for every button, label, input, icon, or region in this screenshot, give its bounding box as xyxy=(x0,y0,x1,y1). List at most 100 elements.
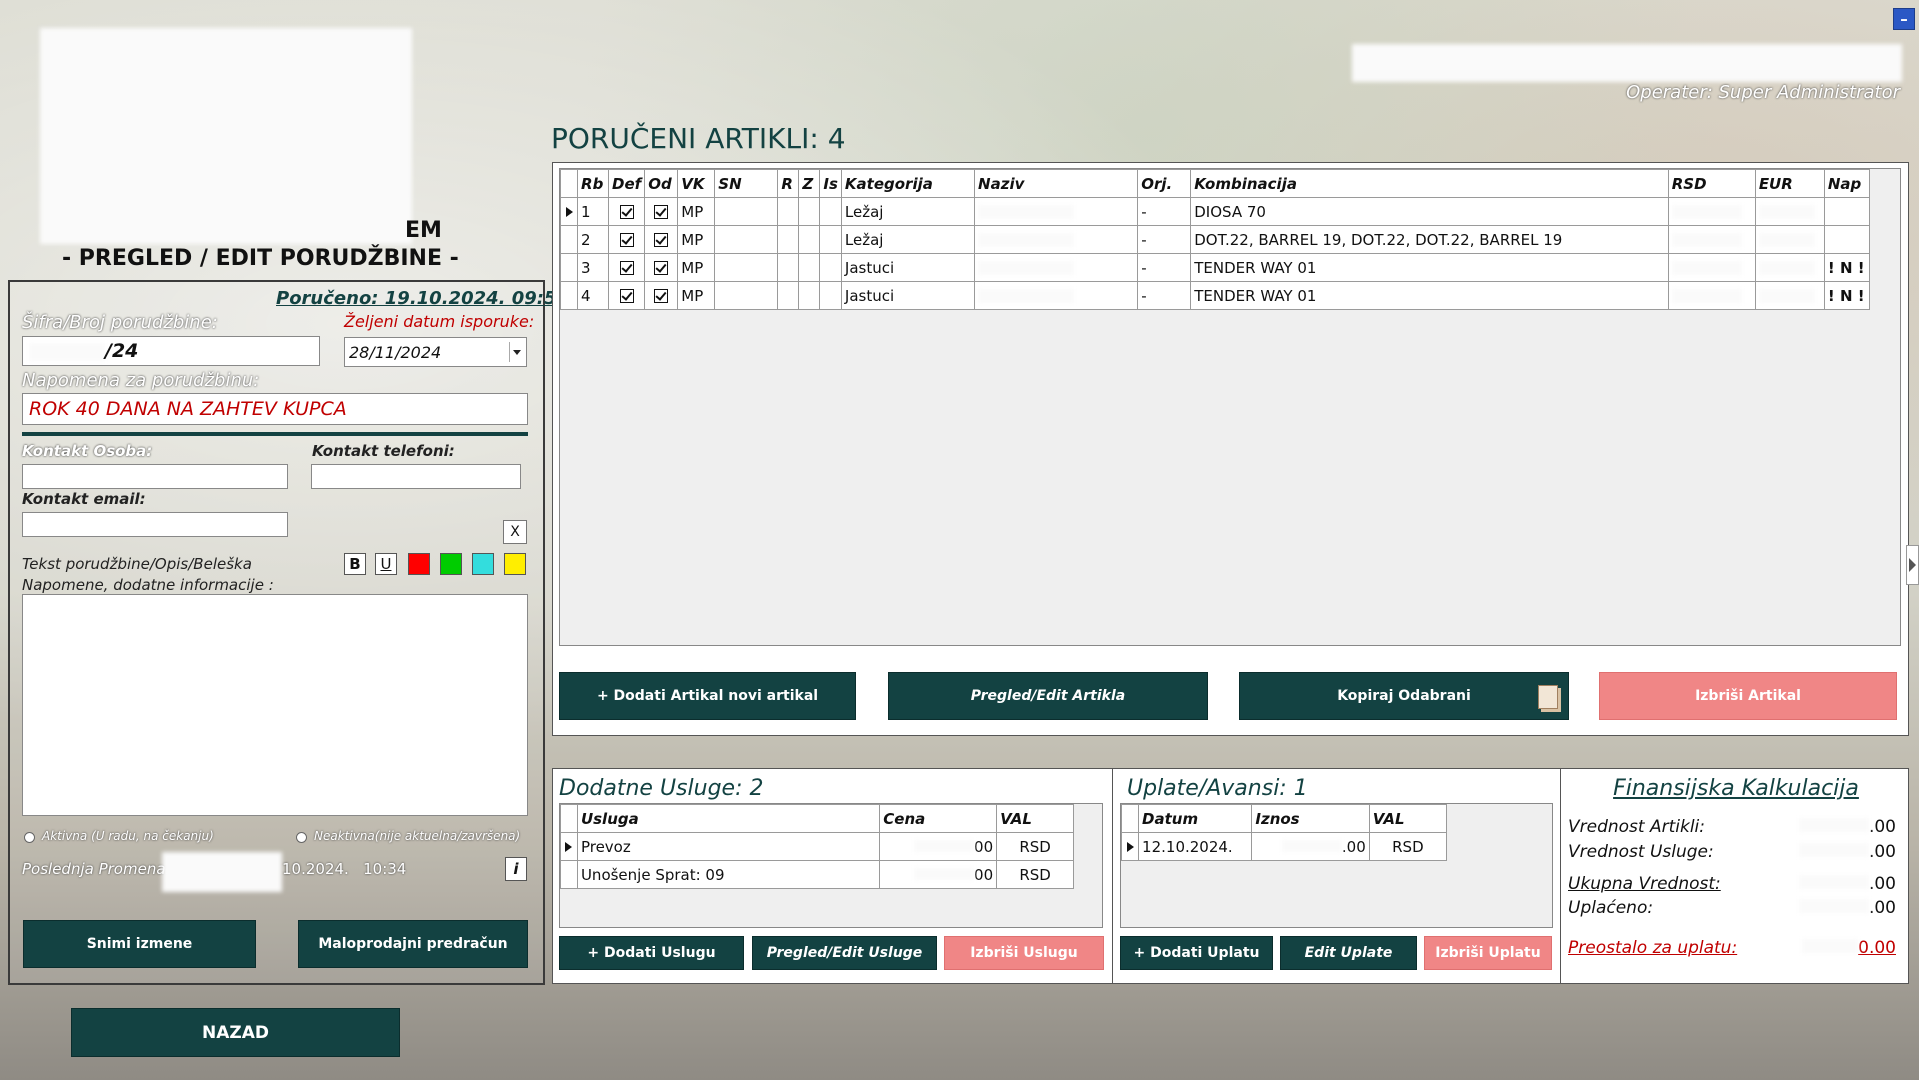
chevron-down-icon[interactable] xyxy=(509,342,524,362)
ordered-at-label: Poručeno: 19.10.2024. 09:55 xyxy=(276,288,570,309)
col-eur[interactable]: EUR xyxy=(1754,169,1825,198)
col-iznos[interactable]: Iznos xyxy=(1251,804,1370,833)
order-text-area[interactable] xyxy=(22,594,528,816)
cell-def[interactable] xyxy=(608,253,646,282)
table-row[interactable]: 2 MP Ležaj - DOT.22, BARREL 19, DOT.22, … xyxy=(559,225,1871,254)
col-datum[interactable]: Datum xyxy=(1138,804,1253,833)
rsd-redacted xyxy=(1671,204,1742,219)
order-note-input[interactable]: ROK 40 DANA NA ZAHTEV KUPCA xyxy=(22,393,528,425)
underline-button[interactable]: U xyxy=(375,553,397,575)
col-usluga[interactable]: Usluga xyxy=(576,804,881,833)
row-selector[interactable] xyxy=(1120,832,1140,861)
chevron-right-icon[interactable] xyxy=(1906,545,1919,585)
col-nap[interactable]: Nap xyxy=(1823,169,1871,198)
add-payment-button[interactable]: + Dodati Uplatu xyxy=(1120,936,1273,970)
cell-orj: - xyxy=(1137,197,1192,226)
cell-od[interactable] xyxy=(644,225,679,254)
edit-article-button[interactable]: Pregled/Edit Artikla xyxy=(888,672,1208,720)
delete-payment-button[interactable]: Izbriši Uplatu xyxy=(1424,936,1552,970)
clear-button[interactable]: X xyxy=(503,520,527,544)
table-row[interactable]: 1 MP Ležaj - DIOSA 70 xyxy=(559,197,1871,226)
info-button[interactable]: i xyxy=(505,857,527,881)
last-change-redacted xyxy=(162,852,282,892)
cell-z xyxy=(798,281,821,310)
add-article-button[interactable]: + Dodati Artikal novi artikal xyxy=(559,672,856,720)
copy-article-button[interactable]: Kopiraj Odabrani xyxy=(1239,672,1569,720)
table-row[interactable]: 12.10.2024. .00 RSD xyxy=(1120,832,1448,861)
cell-od[interactable] xyxy=(644,281,679,310)
col-r[interactable]: R xyxy=(777,169,800,198)
color-swatch-green[interactable] xyxy=(440,553,462,575)
color-swatch-red[interactable] xyxy=(408,553,430,575)
col-val[interactable]: VAL xyxy=(1368,804,1448,833)
naziv-redacted xyxy=(978,260,1075,275)
cell-od[interactable] xyxy=(644,253,679,282)
table-row[interactable]: 3 MP Jastuci - TENDER WAY 01 ! N ! xyxy=(559,253,1871,282)
checkbox-checked-icon xyxy=(654,261,669,275)
delivery-date-label: Željeni datum isporuke: xyxy=(344,312,535,331)
contact-email-input[interactable] xyxy=(22,512,288,537)
col-sn[interactable]: SN xyxy=(714,169,779,198)
status-active-radio[interactable] xyxy=(24,832,35,843)
col-cena[interactable]: Cena xyxy=(879,804,998,833)
finance-title: Finansijska Kalkulacija xyxy=(1613,776,1859,801)
row-selector[interactable] xyxy=(559,225,579,254)
cell-od[interactable] xyxy=(644,197,679,226)
row-selector[interactable] xyxy=(559,197,579,226)
retail-invoice-button[interactable]: Maloprodajni predračun xyxy=(298,920,528,968)
back-button[interactable]: NAZAD xyxy=(71,1008,400,1057)
col-val[interactable]: VAL xyxy=(996,804,1074,833)
col-kategorija[interactable]: Kategorija xyxy=(840,169,976,198)
row-selector[interactable] xyxy=(560,860,578,889)
delete-article-button[interactable]: Izbriši Artikal xyxy=(1599,672,1897,720)
color-swatch-yellow[interactable] xyxy=(504,553,526,575)
cell-def[interactable] xyxy=(608,197,646,226)
naziv-redacted xyxy=(978,288,1075,303)
delivery-date-input[interactable]: 28/11/2024 xyxy=(344,337,527,367)
delete-service-button[interactable]: Izbriši Uslugu xyxy=(944,936,1104,970)
col-z[interactable]: Z xyxy=(798,169,821,198)
add-service-button[interactable]: + Dodati Uslugu xyxy=(559,936,744,970)
table-row[interactable]: Unošenje Sprat: 09 00 RSD xyxy=(560,860,1074,889)
cell-def[interactable] xyxy=(608,225,646,254)
col-rb[interactable]: Rb xyxy=(577,169,610,198)
delivery-date-value: 28/11/2024 xyxy=(349,343,442,362)
cell-naziv xyxy=(974,225,1139,254)
save-button[interactable]: Snimi izmene xyxy=(23,920,256,968)
edit-payment-button[interactable]: Edit Uplate xyxy=(1280,936,1417,970)
col-is[interactable]: Is xyxy=(819,169,842,198)
col-orj[interactable]: Orj. xyxy=(1137,169,1192,198)
contact-person-input[interactable] xyxy=(22,464,288,489)
cell-kombinacija: TENDER WAY 01 xyxy=(1190,281,1669,310)
table-row[interactable]: Prevoz 00 RSD xyxy=(560,832,1074,861)
cell-cena: 00 xyxy=(879,832,998,861)
row-selector[interactable] xyxy=(559,281,579,310)
cell-rb: 1 xyxy=(577,197,610,226)
col-vk[interactable]: VK xyxy=(677,169,716,198)
row-selector[interactable] xyxy=(559,253,579,282)
order-note-value: ROK 40 DANA NA ZAHTEV KUPCA xyxy=(29,398,347,420)
order-code-input[interactable]: /24 xyxy=(22,336,320,366)
status-inactive-radio[interactable] xyxy=(296,832,307,843)
cell-def[interactable] xyxy=(608,281,646,310)
col-kombinacija[interactable]: Kombinacija xyxy=(1190,169,1669,198)
eur-redacted xyxy=(1758,288,1815,303)
cell-datum: 12.10.2024. xyxy=(1138,832,1253,861)
bold-button[interactable]: B xyxy=(344,553,366,575)
col-rsd[interactable]: RSD xyxy=(1667,169,1756,198)
total-value-text: .00 xyxy=(1868,874,1896,894)
cell-r xyxy=(777,197,800,226)
operator-label: Operater: Super Administrator xyxy=(1626,82,1900,103)
row-selector[interactable] xyxy=(560,832,578,861)
color-swatch-cyan[interactable] xyxy=(472,553,494,575)
minimize-button[interactable]: – xyxy=(1893,8,1915,30)
cell-cena: 00 xyxy=(879,860,998,889)
panel-divider xyxy=(1112,768,1113,984)
col-def[interactable]: Def xyxy=(608,169,646,198)
cell-sn xyxy=(714,253,779,282)
col-od[interactable]: Od xyxy=(644,169,679,198)
table-row[interactable]: 4 MP Jastuci - TENDER WAY 01 ! N ! xyxy=(559,281,1871,310)
contact-phone-input[interactable] xyxy=(311,464,521,489)
col-naziv[interactable]: Naziv xyxy=(974,169,1139,198)
edit-service-button[interactable]: Pregled/Edit Usluge xyxy=(752,936,937,970)
